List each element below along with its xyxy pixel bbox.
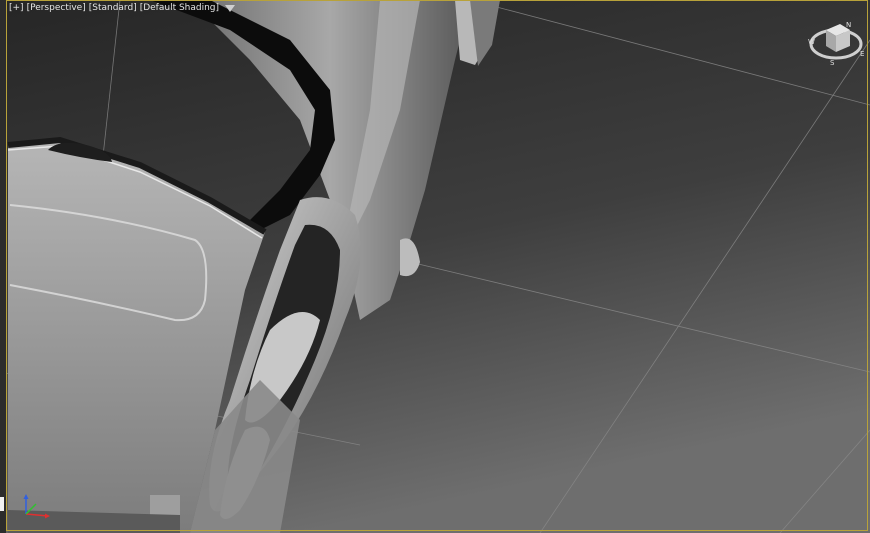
viewcube-north-label: N	[846, 21, 851, 29]
axis-x-line	[25, 513, 49, 517]
viewport-pov-menu[interactable]: [Perspective]	[27, 3, 86, 13]
viewport-plus-menu[interactable]: [+]	[9, 3, 24, 13]
bottom-small-box	[150, 495, 180, 515]
viewport-scene	[0, 0, 870, 533]
viewcube-west-label: W	[808, 38, 815, 46]
axis-tripod-icon	[23, 494, 50, 519]
viewport-shading-preset-menu[interactable]: [Standard]	[89, 3, 137, 13]
axis-z-arrow	[23, 494, 29, 499]
perspective-viewport[interactable]: [+] [Perspective] [Standard] [Default Sh…	[0, 0, 870, 533]
viewport-shading-mode-menu[interactable]: [Default Shading]	[140, 3, 219, 13]
viewport-left-strip	[0, 0, 6, 533]
axis-x-arrow	[45, 513, 50, 519]
funnel-icon[interactable]	[225, 4, 236, 12]
viewport-label-menu: [+] [Perspective] [Standard] [Default Sh…	[9, 3, 236, 13]
viewcube-south-label: S	[830, 59, 835, 67]
viewcube-icon[interactable]: W S E N	[806, 18, 868, 68]
viewcube-east-label: E	[860, 50, 864, 58]
viewport-left-marker	[0, 497, 4, 511]
axis-y-line	[25, 503, 37, 515]
